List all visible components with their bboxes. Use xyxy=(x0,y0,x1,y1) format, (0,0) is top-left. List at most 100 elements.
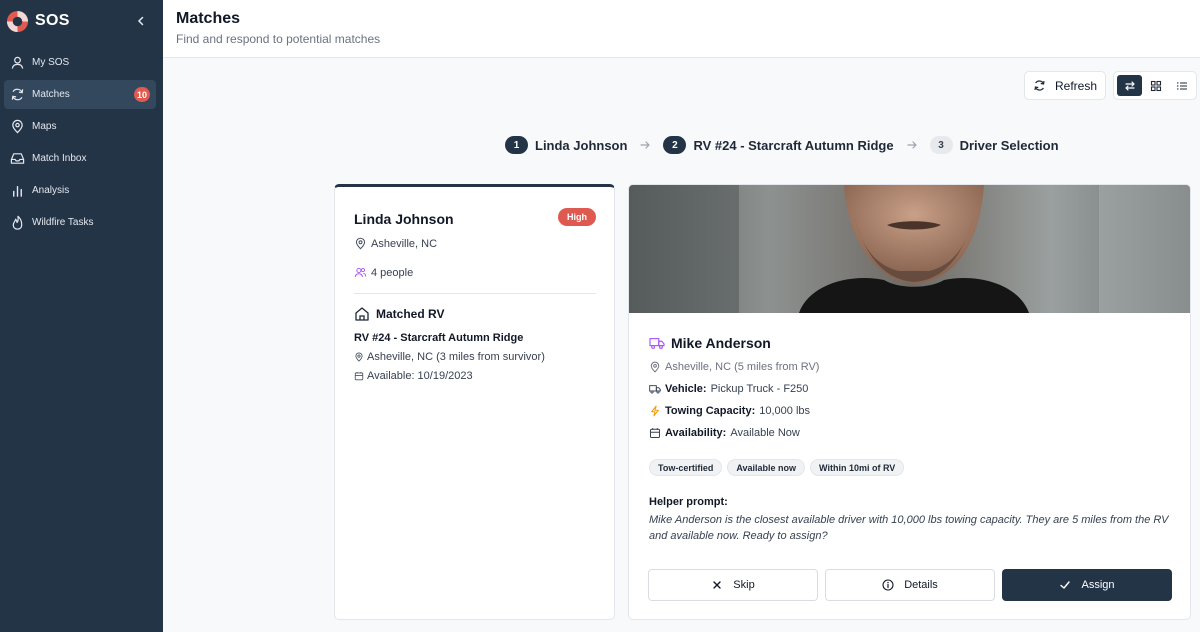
sidebar-item-match-inbox[interactable]: Match Inbox xyxy=(4,144,156,173)
arrow-right-icon xyxy=(640,141,651,149)
sidebar-item-wildfire-tasks[interactable]: Wildfire Tasks xyxy=(4,208,156,237)
sidebar-item-label: Maps xyxy=(32,121,57,132)
step-number: 1 xyxy=(505,136,528,154)
inbox-icon xyxy=(10,153,25,164)
priority-badge: High xyxy=(558,208,596,226)
details-label: Details xyxy=(904,579,938,591)
lightning-icon xyxy=(651,405,659,417)
step-number: 3 xyxy=(929,136,953,154)
driver-towing: Towing Capacity: 10,000 lbs xyxy=(649,405,810,417)
swap-view-button[interactable] xyxy=(1117,75,1142,96)
collapse-sidebar-button[interactable] xyxy=(133,13,149,29)
sidebar-item-my-sos[interactable]: My SOS xyxy=(4,48,156,77)
assign-button[interactable]: Assign xyxy=(1002,569,1172,601)
sidebar-item-label: Match Inbox xyxy=(32,153,87,164)
rv-location: Asheville, NC (3 miles from survivor) xyxy=(354,351,545,363)
calendar-icon xyxy=(354,371,364,381)
driver-photo xyxy=(629,185,1190,313)
survivor-location: Asheville, NC xyxy=(354,237,437,250)
details-button[interactable]: Details xyxy=(825,569,995,601)
driver-location-text: Asheville, NC (5 miles from RV) xyxy=(665,361,820,373)
brand[interactable]: SOS xyxy=(6,9,70,33)
arrow-right-icon xyxy=(906,141,917,149)
step-label-rv[interactable]: RV #24 - Starcraft Autumn Ridge xyxy=(693,138,893,153)
flame-icon xyxy=(12,215,23,230)
home-icon xyxy=(355,307,369,321)
survivor-location-text: Asheville, NC xyxy=(371,237,438,250)
list-view-button[interactable] xyxy=(1169,75,1194,96)
info-icon xyxy=(882,579,894,591)
sidebar-item-label: Wildfire Tasks xyxy=(32,217,94,228)
skip-button[interactable]: Skip xyxy=(648,569,818,601)
close-icon xyxy=(713,581,721,589)
list-icon xyxy=(1176,81,1187,90)
vehicle-value: Pickup Truck - F250 xyxy=(710,383,809,395)
bar-chart-icon xyxy=(13,186,22,197)
swap-arrows-icon xyxy=(1124,80,1135,91)
driver-name: Mike Anderson xyxy=(671,335,771,351)
rv-availability: Available: 10/19/2023 xyxy=(354,370,473,382)
calendar-icon xyxy=(650,428,660,438)
check-icon xyxy=(1060,581,1071,589)
rv-name: RV #24 - Starcraft Autumn Ridge xyxy=(354,332,524,344)
rv-location-text: Asheville, NC (3 miles from survivor) xyxy=(367,351,545,363)
map-pin-icon xyxy=(12,119,23,134)
availability-value: Available Now xyxy=(730,427,800,439)
assign-label: Assign xyxy=(1081,579,1115,591)
sidebar-item-label: My SOS xyxy=(32,57,70,68)
match-stepper: 1 Linda Johnson 2 RV #24 - Starcraft Aut… xyxy=(505,136,1059,154)
vehicle-label: Vehicle: xyxy=(665,383,707,395)
grid-view-button[interactable] xyxy=(1143,75,1168,96)
matched-rv-heading-text: Matched RV xyxy=(376,307,445,321)
refresh-button[interactable]: Refresh xyxy=(1024,71,1106,100)
rv-availability-text: Available: 10/19/2023 xyxy=(367,370,473,382)
driver-tags: Tow-certified Available now Within 10mi … xyxy=(649,459,909,476)
user-icon xyxy=(11,56,24,69)
step-label-driver[interactable]: Driver Selection xyxy=(960,138,1059,153)
refresh-icon xyxy=(1034,80,1045,91)
driver-location: Asheville, NC (5 miles from RV) xyxy=(649,361,819,373)
sidebar-nav: My SOS Matches 10 Maps Match Inbox Analy… xyxy=(4,48,156,240)
driver-vehicle: Vehicle: Pickup Truck - F250 xyxy=(649,383,808,395)
grid-icon xyxy=(1150,80,1161,91)
matches-count-badge: 10 xyxy=(134,87,150,102)
map-pin-icon xyxy=(650,361,660,373)
page-header: Matches Find and respond to potential ma… xyxy=(163,0,1200,58)
page-subtitle: Find and respond to potential matches xyxy=(176,32,381,46)
refresh-label: Refresh xyxy=(1054,78,1098,93)
availability-label: Availability: xyxy=(665,427,727,439)
driver-availability: Availability: Available Now xyxy=(649,427,800,439)
step-label-survivor[interactable]: Linda Johnson xyxy=(535,138,627,153)
refresh-icon xyxy=(11,88,24,101)
map-pin-icon xyxy=(355,237,366,250)
chevron-left-icon xyxy=(137,16,144,26)
page-title: Matches xyxy=(176,10,241,27)
sidebar-item-label: Matches xyxy=(32,89,70,100)
helper-prompt-text: Mike Anderson is the closest available d… xyxy=(649,514,1169,542)
sidebar-item-analysis[interactable]: Analysis xyxy=(4,176,156,205)
view-mode-toggle xyxy=(1113,71,1197,100)
divider xyxy=(354,293,596,294)
helper-prompt-label: Helper prompt: xyxy=(649,496,728,508)
survivor-people: 4 people xyxy=(354,266,413,279)
sidebar-item-maps[interactable]: Maps xyxy=(4,112,156,141)
driver-name-row: Mike Anderson xyxy=(649,335,771,351)
sidebar-item-matches[interactable]: Matches 10 xyxy=(4,80,156,109)
step-number: 2 xyxy=(663,136,687,154)
survivor-people-text: 4 people xyxy=(371,266,414,279)
users-icon xyxy=(354,267,367,278)
survivor-card: Linda Johnson High Asheville, NC 4 peopl… xyxy=(334,184,615,620)
app-name: SOS xyxy=(35,12,70,29)
towing-label: Towing Capacity: xyxy=(665,405,756,417)
map-pin-icon xyxy=(355,352,363,362)
truck-icon xyxy=(649,338,665,349)
tag-within-10mi: Within 10mi of RV xyxy=(810,459,905,476)
matched-rv-heading: Matched RV xyxy=(354,306,444,322)
survivor-name: Linda Johnson xyxy=(354,211,454,227)
towing-value: 10,000 lbs xyxy=(759,405,811,417)
tag-tow-certified: Tow-certified xyxy=(649,459,723,476)
sidebar: SOS My SOS Matches 10 Maps Match Inbox A… xyxy=(0,0,163,632)
skip-label: Skip xyxy=(733,579,755,591)
driver-card: Mike Anderson Asheville, NC (5 miles fro… xyxy=(628,184,1191,620)
truck-icon xyxy=(649,385,661,394)
